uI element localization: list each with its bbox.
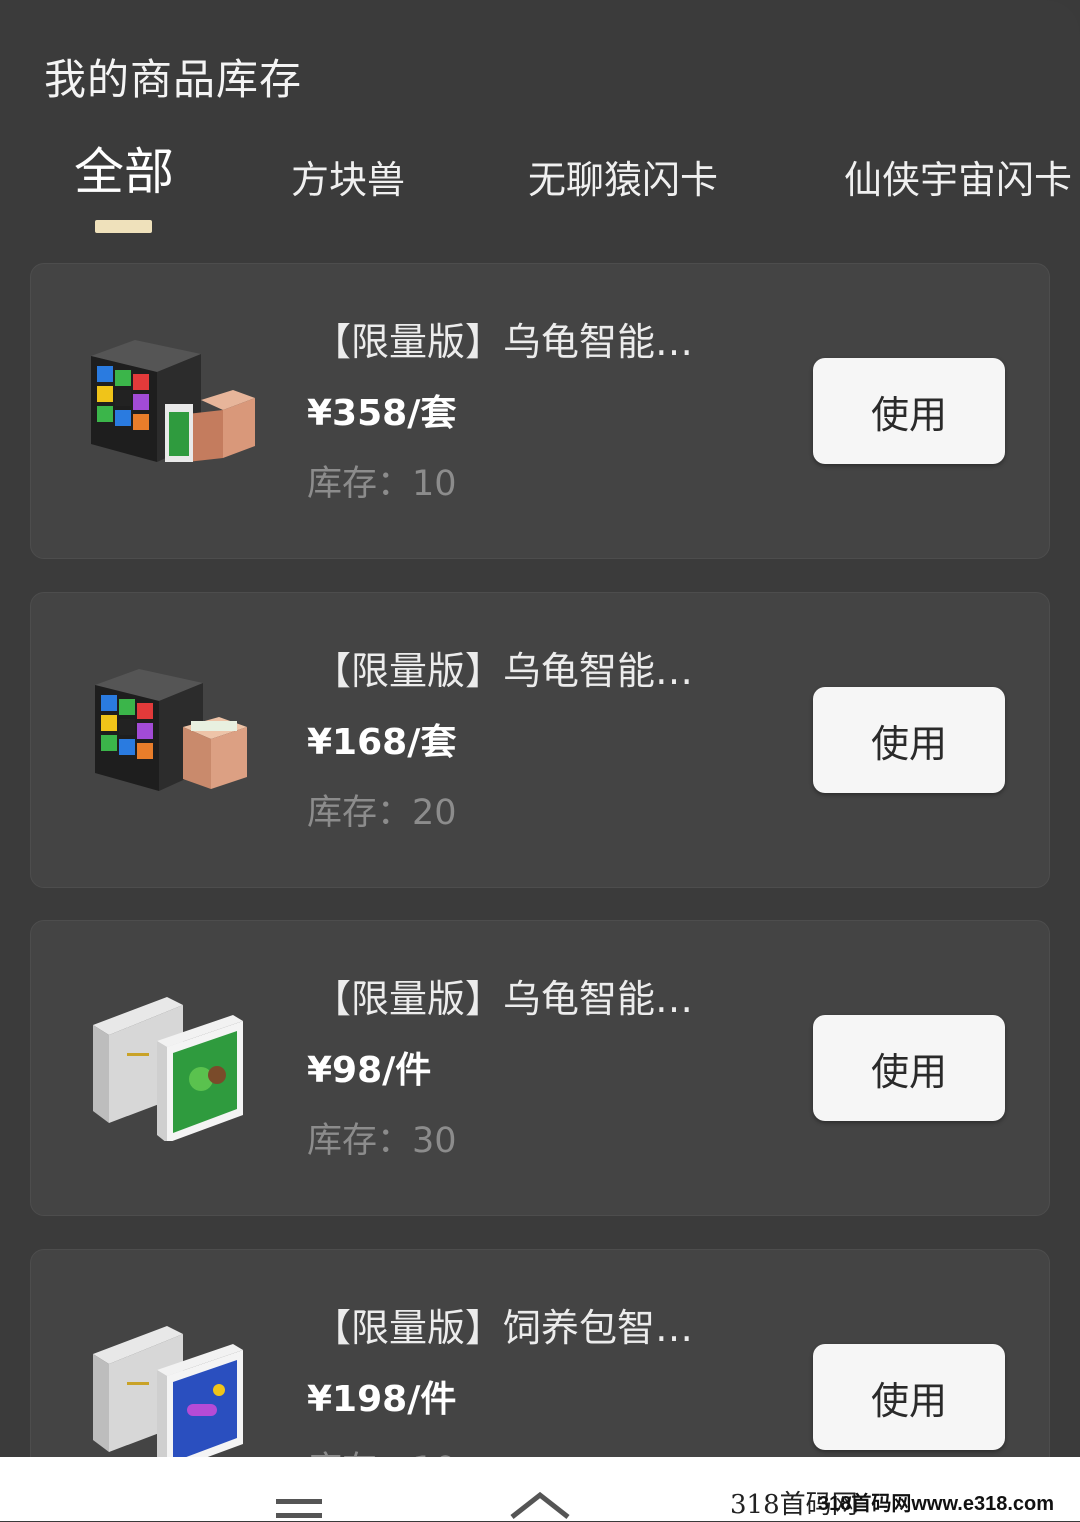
product-price: ¥358/套 [307, 393, 457, 434]
tab-bored-ape-cards[interactable]: 无聊猿闪卡 [528, 144, 718, 216]
inventory-sheet: 我的商品库存 全部 方块兽 无聊猿闪卡 仙侠宇宙闪卡 【限量版】乌龟智能… ¥3… [0, 0, 1080, 1460]
product-name: 【限量版】乌龟智能… [313, 320, 694, 364]
product-price: ¥98/件 [307, 1050, 432, 1091]
product-stock: 库存：10 [307, 464, 457, 504]
feed-card-pack-icon [83, 1320, 263, 1460]
tab-xianxia-cards[interactable]: 仙侠宇宙闪卡 [844, 144, 1072, 216]
cube-box-set-icon [83, 663, 263, 813]
use-button[interactable]: 使用 [813, 687, 1005, 793]
use-button[interactable]: 使用 [813, 358, 1005, 464]
home-icon[interactable] [508, 1489, 572, 1519]
active-tab-indicator [95, 220, 152, 233]
product-card[interactable]: 【限量版】乌龟智能… ¥98/件 库存：30 使用 [30, 920, 1050, 1216]
use-button[interactable]: 使用 [813, 1344, 1005, 1450]
category-tabs: 全部 方块兽 无聊猿闪卡 仙侠宇宙闪卡 [0, 138, 1080, 238]
product-stock: 库存：20 [307, 793, 457, 833]
product-name: 【限量版】乌龟智能… [313, 649, 694, 693]
product-card[interactable]: 【限量版】乌龟智能… ¥168/套 库存：20 使用 [30, 592, 1050, 888]
cube-box-set-icon [83, 334, 263, 484]
use-button[interactable]: 使用 [813, 1015, 1005, 1121]
page-title: 我的商品库存 [44, 55, 303, 104]
turtle-card-pack-icon [83, 991, 263, 1143]
product-price: ¥168/套 [307, 722, 457, 763]
product-stock: 库存：30 [307, 1121, 457, 1161]
product-card[interactable]: 【限量版】乌龟智能… ¥358/套 库存：10 使用 [30, 263, 1050, 559]
product-card[interactable]: 【限量版】饲养包智… ¥198/件 库存：10 使用 [30, 1249, 1050, 1460]
product-name: 【限量版】饲养包智… [313, 1306, 694, 1350]
menu-icon[interactable] [276, 1497, 324, 1521]
product-name: 【限量版】乌龟智能… [313, 977, 694, 1021]
watermark-url: 318首码网www.e318.com [818, 1493, 1055, 1515]
product-price: ¥198/件 [307, 1379, 457, 1420]
tab-all[interactable]: 全部 [74, 138, 174, 208]
tab-cube-beast[interactable]: 方块兽 [291, 144, 405, 216]
